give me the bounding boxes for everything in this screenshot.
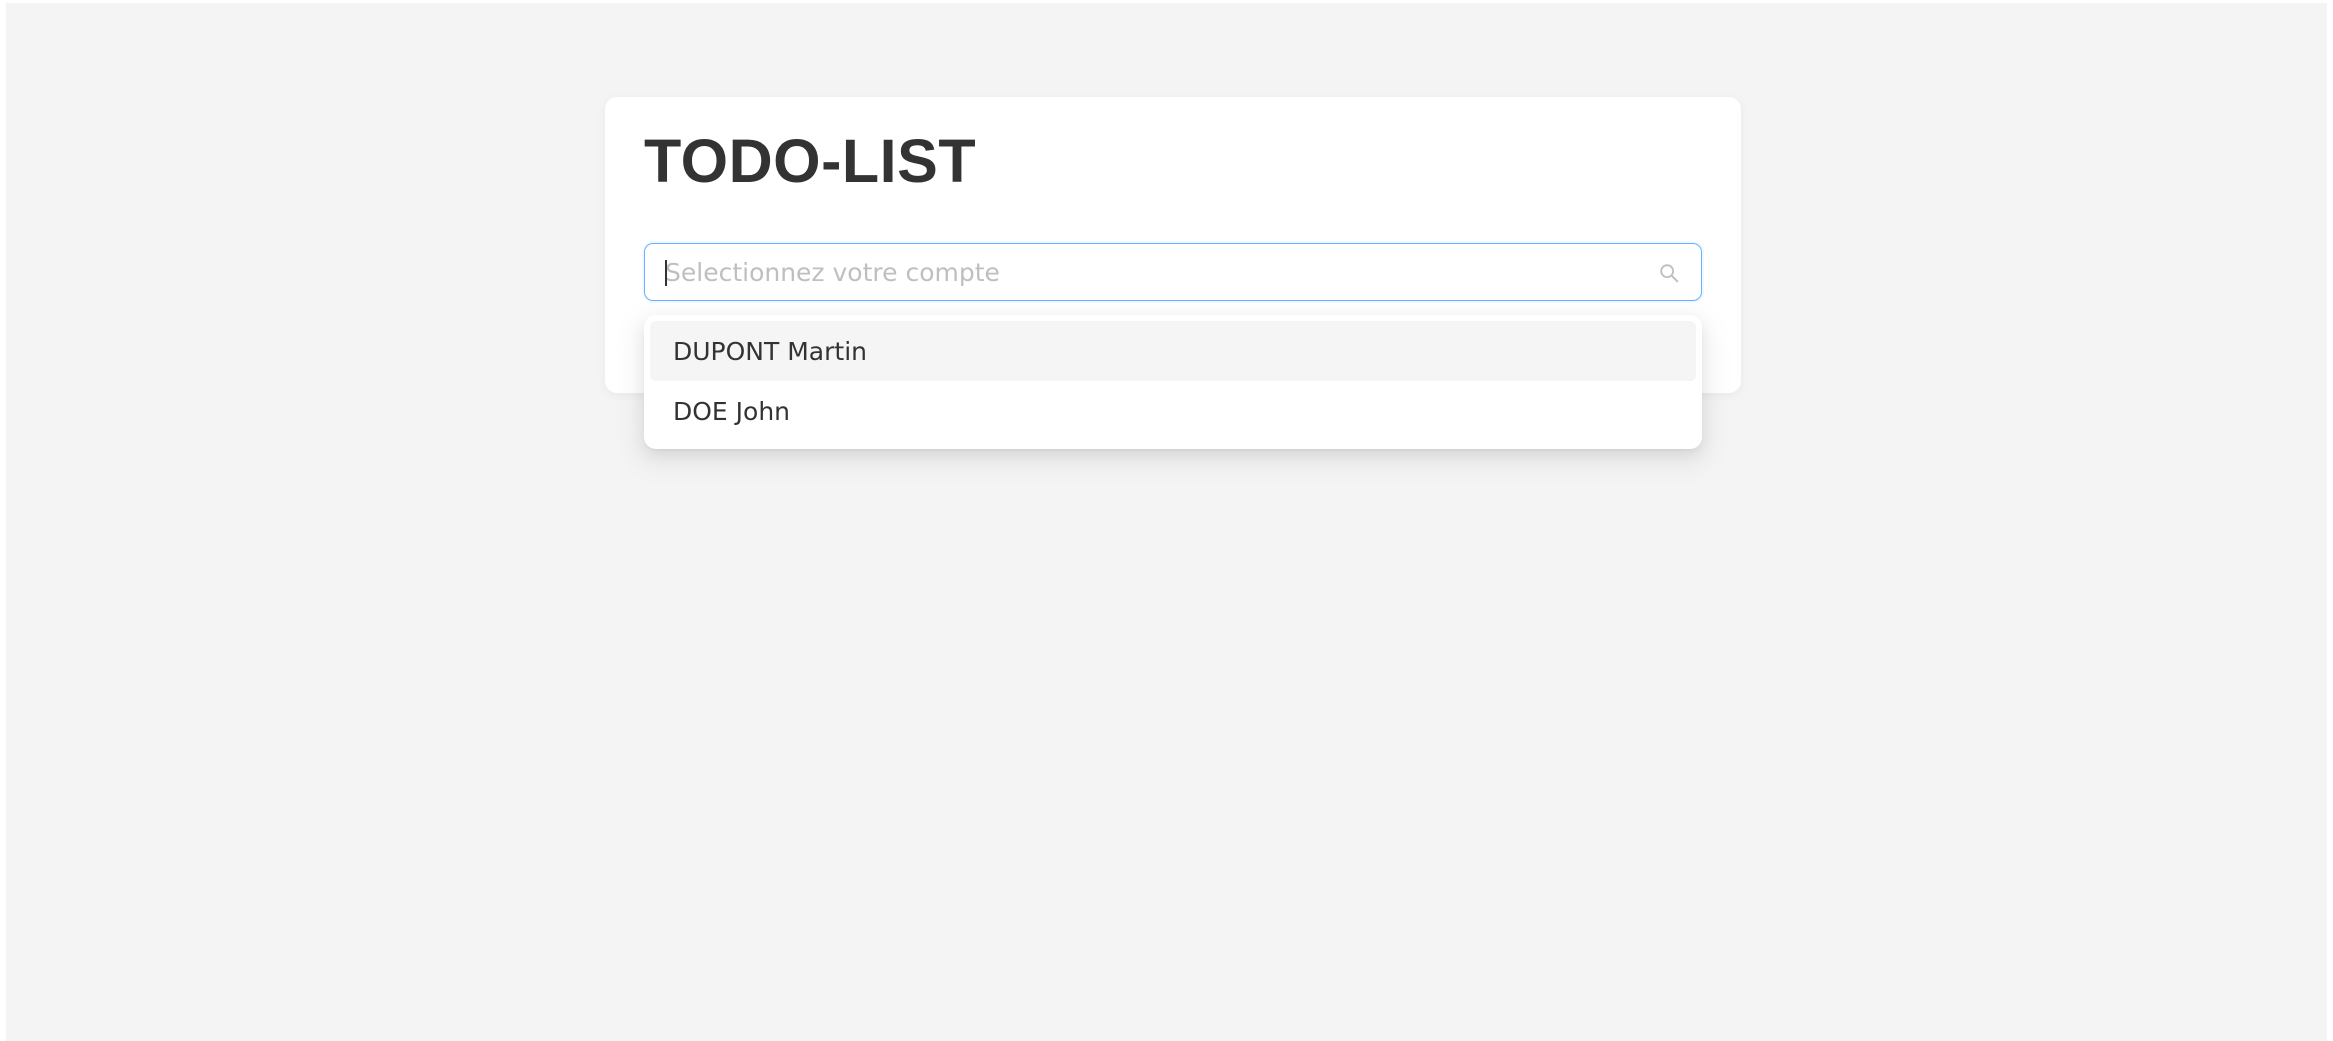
account-select[interactable]: [644, 243, 1702, 301]
account-option-dupont-martin[interactable]: DUPONT Martin: [650, 321, 1696, 381]
page-background: TODO-LIST DUPONT Martin DOE John: [6, 3, 2327, 1041]
account-dropdown: DUPONT Martin DOE John: [644, 315, 1702, 449]
search-icon: [1657, 261, 1681, 285]
account-search-input[interactable]: [665, 244, 1641, 300]
account-option-doe-john[interactable]: DOE John: [650, 381, 1696, 441]
page-title: TODO-LIST: [644, 127, 977, 195]
text-cursor: [665, 260, 667, 286]
